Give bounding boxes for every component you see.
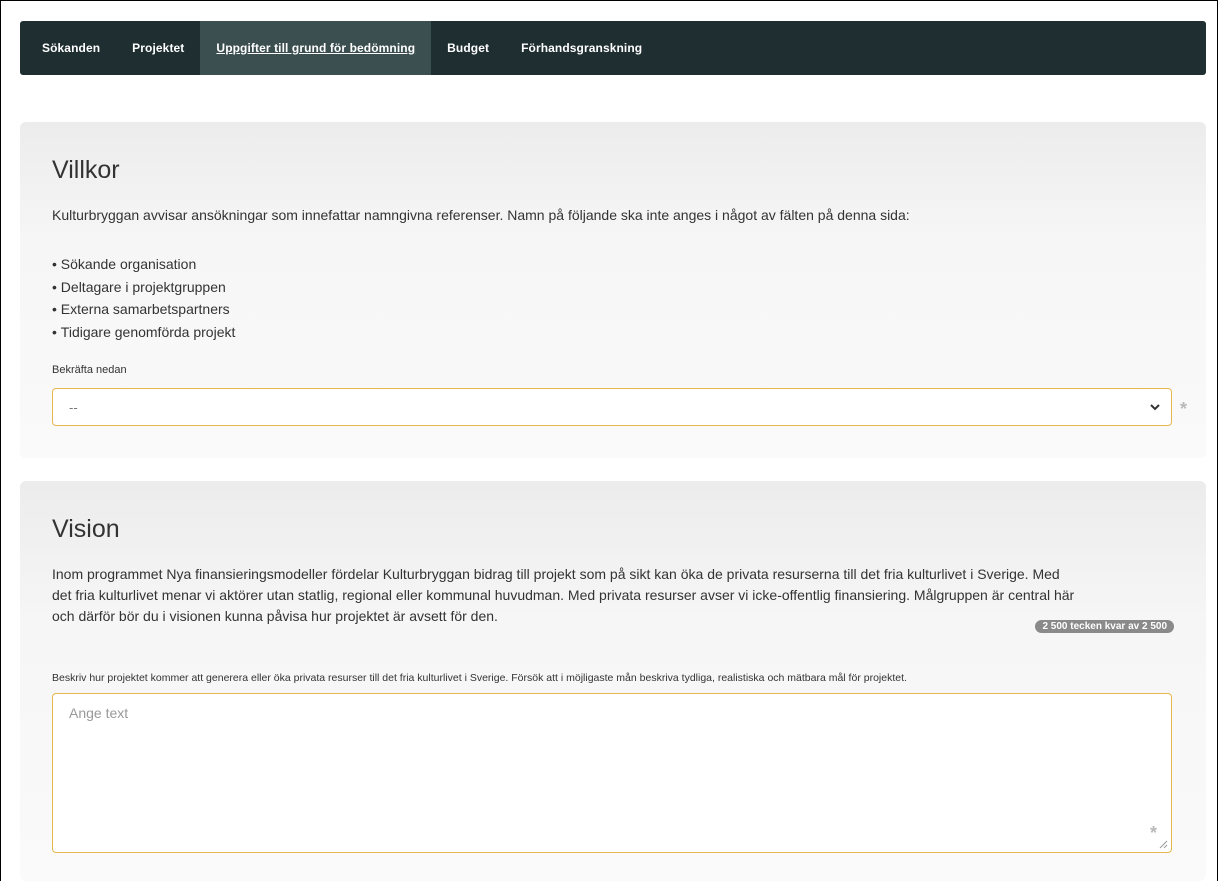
nav-tab-projektet[interactable]: Projektet xyxy=(116,21,200,75)
list-item: Sökande organisation xyxy=(52,253,235,276)
vision-panel: Vision Inom programmet Nya finansierings… xyxy=(20,481,1206,881)
vision-paragraph-line: det fria kulturlivet menar vi aktörer ut… xyxy=(52,587,1075,603)
character-counter-badge: 2 500 tecken kvar av 2 500 xyxy=(1035,620,1174,633)
confirm-label: Bekräfta nedan xyxy=(52,364,127,376)
nav-tab-sokanden[interactable]: Sökanden xyxy=(26,21,116,75)
villkor-intro: Kulturbryggan avvisar ansökningar som in… xyxy=(52,207,910,223)
list-item: Tidigare genomförda projekt xyxy=(52,321,236,344)
required-asterisk-icon: * xyxy=(1149,823,1157,843)
vision-textarea[interactable]: Ange text * xyxy=(52,693,1172,853)
nav-tab-forhandsgranskning[interactable]: Förhandsgranskning xyxy=(505,21,658,75)
vision-textarea-placeholder: Ange text xyxy=(69,705,129,721)
required-asterisk-icon: * xyxy=(1180,399,1188,419)
resize-handle-icon[interactable] xyxy=(1159,840,1168,849)
list-item: Deltagare i projektgruppen xyxy=(52,276,235,299)
vision-paragraph: Inom programmet Nya finansieringsmodelle… xyxy=(52,564,1074,627)
villkor-panel: Villkor Kulturbryggan avvisar ansökninga… xyxy=(20,122,1206,458)
nav-tab-budget[interactable]: Budget xyxy=(431,21,505,75)
main-navbar: Sökanden Projektet Uppgifter till grund … xyxy=(20,21,1206,75)
vision-field-label: Beskriv hur projektet kommer att generer… xyxy=(52,672,907,684)
excluded-names-list: Sökande organisation Deltagare i projekt… xyxy=(52,253,236,344)
vision-paragraph-line: Inom programmet Nya finansieringsmodelle… xyxy=(52,566,1060,582)
vision-paragraph-line: och därför bör du i visionen kunna påvis… xyxy=(52,608,498,624)
nav-tab-uppgifter[interactable]: Uppgifter till grund för bedömning xyxy=(200,21,432,75)
confirm-select-value: -- xyxy=(69,399,78,415)
villkor-title: Villkor xyxy=(52,156,120,184)
chevron-down-icon xyxy=(1150,404,1160,411)
confirm-select[interactable]: -- xyxy=(52,388,1172,426)
vision-title: Vision xyxy=(52,515,120,543)
list-item: Externa samarbetspartners xyxy=(52,298,235,321)
